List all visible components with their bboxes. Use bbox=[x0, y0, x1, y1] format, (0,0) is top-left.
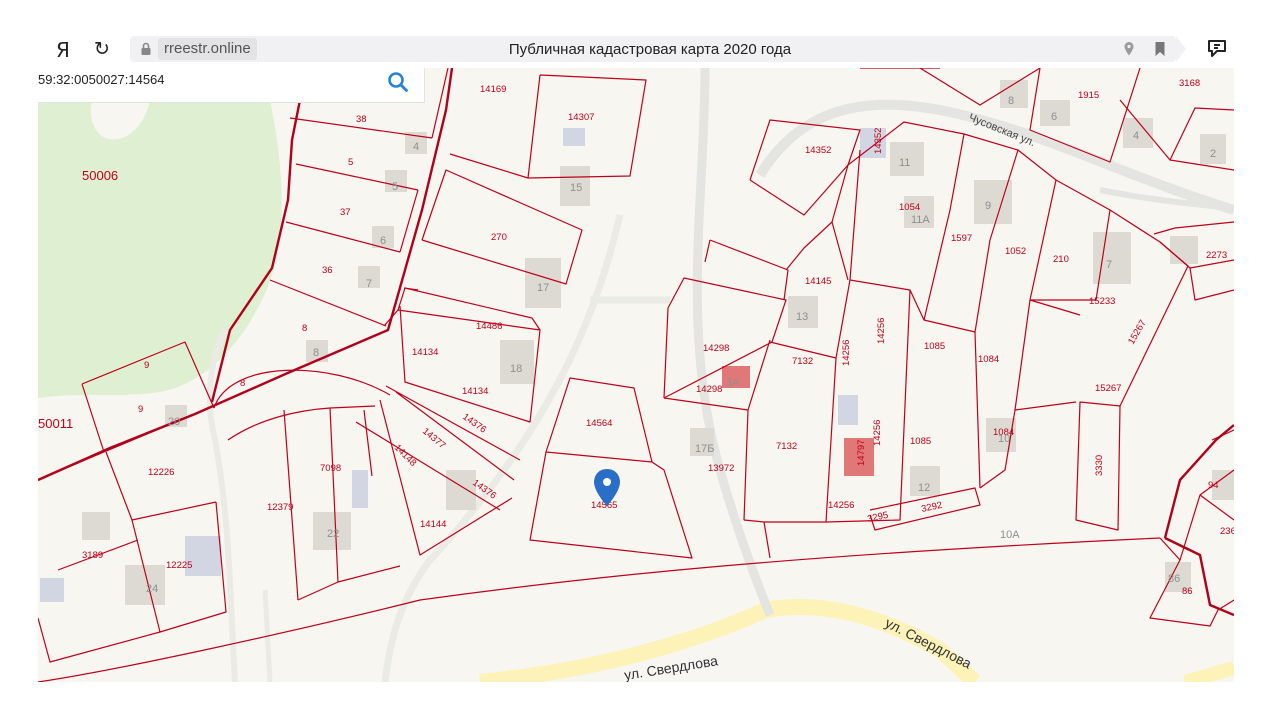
house-number: 8 bbox=[1008, 95, 1014, 107]
address-bar-tail bbox=[1176, 36, 1186, 62]
building-blue bbox=[838, 395, 858, 425]
parcel-label: 38 bbox=[356, 114, 367, 125]
parcel-label: 14256 bbox=[876, 318, 887, 344]
cadastral-number-input[interactable]: 59:32:0050027:14564 bbox=[38, 72, 165, 87]
parcel-label: 1052 bbox=[1005, 246, 1026, 257]
house-number: 2 bbox=[1210, 148, 1216, 160]
house-number: 11А bbox=[911, 214, 930, 226]
house-number: 10А bbox=[1000, 529, 1020, 541]
parcel-label: 7132 bbox=[792, 356, 813, 367]
parcel-label: 14352 bbox=[805, 145, 831, 156]
page-title: Публичная кадастровая карта 2020 года bbox=[508, 41, 792, 58]
parcel-label: 15267 bbox=[1095, 383, 1121, 394]
parcel-label: 15233 bbox=[1089, 296, 1115, 307]
parcel-label: 14352 bbox=[873, 128, 884, 154]
house-number: 4 bbox=[1133, 130, 1139, 142]
parcel-label: 50006 bbox=[82, 168, 118, 183]
house-number: 6 bbox=[1051, 111, 1057, 123]
house-number: 86 bbox=[1168, 573, 1180, 585]
parcel-label-selected: 14564 bbox=[586, 418, 612, 429]
building-blue bbox=[40, 578, 64, 602]
parcel-label: 14298 bbox=[703, 343, 729, 354]
parcel-label: 14134 bbox=[462, 386, 488, 397]
parcel-label: 1597 bbox=[951, 233, 972, 244]
parcel-label: 1054 bbox=[899, 202, 920, 213]
cadastral-map[interactable]: 50006 50011 9 9 38 5 37 36 8 8 14169 143… bbox=[38, 68, 1234, 682]
parcel-label: 8 bbox=[240, 378, 245, 389]
parcel-label: 50011 bbox=[38, 416, 73, 431]
house-number: 4 bbox=[413, 141, 419, 153]
parcel-label: 12226 bbox=[148, 467, 174, 478]
house-number: 13 bbox=[796, 311, 808, 323]
house-number: 17 bbox=[537, 282, 549, 294]
parcel-label: 14298 bbox=[696, 384, 722, 395]
building-blue bbox=[563, 128, 585, 146]
house-number: 17Б bbox=[695, 443, 714, 455]
parcel-label: 14169 bbox=[480, 84, 506, 95]
reload-icon[interactable]: ↻ bbox=[94, 38, 110, 60]
parcel-label: 14256 bbox=[872, 420, 883, 446]
parcel-label: 36 bbox=[322, 265, 333, 276]
parcel-label: 9 bbox=[144, 360, 149, 371]
parcel-label: 210 bbox=[1053, 254, 1069, 265]
house-number: 12 bbox=[918, 482, 930, 494]
house-number: 5 bbox=[392, 181, 398, 193]
house-number: 7 bbox=[1106, 259, 1112, 271]
parcel-label: 14134 bbox=[412, 347, 438, 358]
house-number: 8 bbox=[313, 347, 319, 359]
parcel-label: 14145 bbox=[805, 276, 831, 287]
parcel-label: 37 bbox=[340, 207, 351, 218]
parcel-label: 86 bbox=[1182, 586, 1193, 597]
yandex-logo[interactable]: Я bbox=[56, 38, 70, 62]
parcel-label: 3189 bbox=[82, 550, 103, 561]
search-icon[interactable] bbox=[386, 70, 410, 94]
parcel-label: 8 bbox=[302, 323, 307, 334]
parcel-label: 270 bbox=[491, 232, 507, 243]
protect-extension-icon[interactable] bbox=[1206, 38, 1228, 60]
house-number: 7 bbox=[366, 278, 372, 290]
house-number: 20 bbox=[168, 416, 180, 428]
parcel-label: 12379 bbox=[267, 502, 293, 513]
cadastral-search-box[interactable]: 59:32:0050027:14564 bbox=[38, 68, 425, 103]
parcel-label: 236 bbox=[1220, 526, 1234, 537]
parcel-label: 13972 bbox=[708, 463, 734, 474]
parcel-label: 5 bbox=[348, 157, 353, 168]
location-icon[interactable] bbox=[1123, 41, 1135, 57]
parcel-label: 2273 bbox=[1206, 250, 1227, 261]
parcel-label: 1085 bbox=[924, 341, 945, 352]
parcel-label: 94 bbox=[1208, 480, 1219, 491]
building-blue bbox=[352, 470, 368, 508]
address-domain[interactable]: rreestr.online bbox=[158, 38, 257, 60]
house-number: 10 bbox=[998, 433, 1010, 445]
parcel-label: 9 bbox=[138, 404, 143, 415]
house-number: 24 bbox=[146, 583, 158, 595]
parcel-label: 14797 bbox=[856, 440, 867, 466]
parcel-label: 3330 bbox=[1094, 455, 1105, 476]
parcel-label: 1084 bbox=[978, 354, 999, 365]
parcel-label: 14256 bbox=[828, 500, 854, 511]
house-number: 9 bbox=[985, 200, 991, 212]
parcel-label: 14144 bbox=[420, 519, 446, 530]
house-number: 6 bbox=[380, 235, 386, 247]
parcel-label: 7098 bbox=[320, 463, 341, 474]
lock-icon[interactable] bbox=[139, 42, 153, 56]
parcel-label: 14256 bbox=[841, 340, 852, 366]
parcel-label: 7132 bbox=[776, 441, 797, 452]
parcel-label: 1915 bbox=[1078, 90, 1099, 101]
house-number: 18 bbox=[510, 363, 522, 375]
house-number: 11 bbox=[899, 157, 910, 169]
parcel-label: 3168 bbox=[1179, 78, 1200, 89]
bookmark-icon[interactable] bbox=[1154, 41, 1166, 57]
parcel-label: 1085 bbox=[910, 436, 931, 447]
parcel-label: 12225 bbox=[166, 560, 192, 571]
parcel-label: 14307 bbox=[568, 112, 594, 123]
house-number: 15 bbox=[570, 182, 582, 194]
parcel-label: 14486 bbox=[476, 321, 502, 332]
house-number: 3А bbox=[726, 377, 740, 389]
house-number: 22 bbox=[327, 528, 339, 540]
